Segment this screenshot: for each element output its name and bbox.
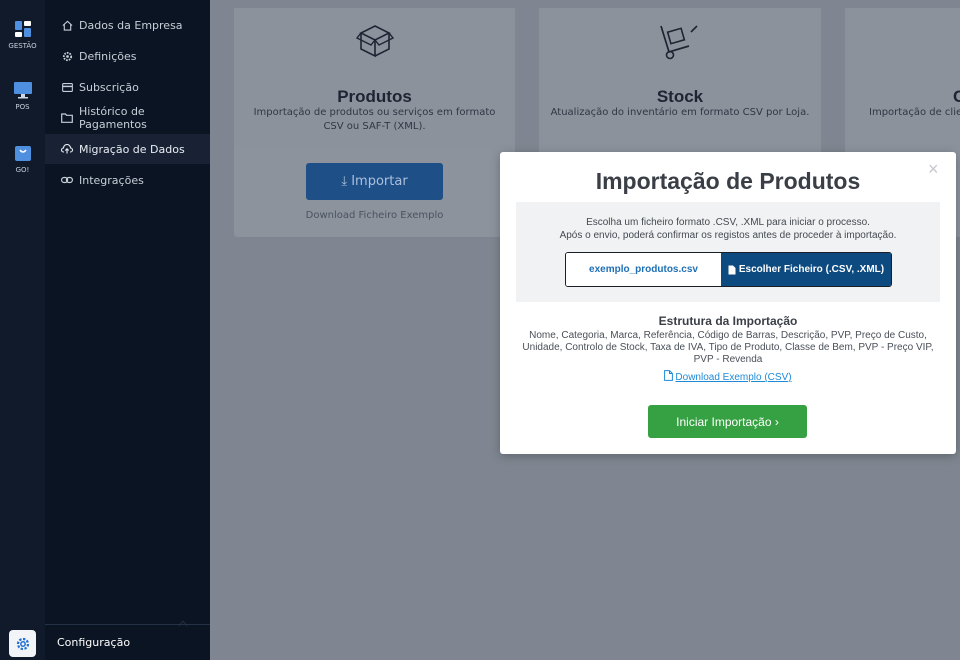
- menu-item-subscricao[interactable]: Subscrição: [45, 72, 210, 102]
- download-example-label: Download Exemplo (CSV): [675, 372, 792, 383]
- gear-icon: [16, 637, 29, 650]
- import-modal: × Importação de Produtos Escolha um fich…: [500, 152, 956, 454]
- card-description: Importação de clier: [869, 107, 960, 118]
- menu-label: Integrações: [79, 173, 144, 187]
- rail-label-go: GO!: [15, 166, 30, 174]
- card-description: Importação de produtos ou serviços em fo…: [253, 107, 496, 132]
- start-import-button[interactable]: Iniciar Importação ›: [648, 405, 807, 438]
- selected-file-name: exemplo_produtos.csv: [566, 253, 721, 286]
- upload-box: Escolha um ficheiro formato .CSV, .XML p…: [516, 202, 940, 302]
- link-icon: [61, 174, 73, 186]
- box-icon: [355, 25, 395, 58]
- menu-item-definicoes[interactable]: Definições: [45, 41, 210, 71]
- menu-label: Dados da Empresa: [79, 18, 183, 32]
- rail-item-gestao[interactable]: GESTÃO: [0, 20, 45, 50]
- choose-file-label: Escolher Ficheiro (.CSV, .XML): [738, 264, 885, 275]
- card-produtos: Produtos Importação de produtos ou servi…: [234, 8, 515, 237]
- file-icon: [728, 265, 736, 275]
- rail-item-go[interactable]: GO!: [0, 142, 45, 174]
- menu-item-migracao-dados[interactable]: Migração de Dados: [45, 134, 210, 164]
- download-example-link[interactable]: Download Ficheiro Exemplo: [234, 210, 515, 221]
- menu-footer-label: Configuração: [57, 636, 131, 649]
- cog-icon: [61, 50, 73, 62]
- instructions-line-2: Após o envio, poderá confirmar os regist…: [559, 230, 897, 241]
- menu-item-integracoes[interactable]: Integrações: [45, 165, 210, 195]
- import-button[interactable]: ⤓ Importar: [306, 163, 443, 200]
- menu-label: Migração de Dados: [79, 142, 185, 156]
- rail-item-pos[interactable]: POS: [0, 81, 45, 111]
- settings-button[interactable]: [9, 630, 36, 657]
- menu-footer-configuracao[interactable]: Configuração: [45, 624, 210, 660]
- instructions-line-1: Escolha um ficheiro formato .CSV, .XML p…: [586, 217, 870, 228]
- rail-label-pos: POS: [15, 103, 30, 111]
- card-header: [845, 8, 960, 148]
- card-title: Produtos: [337, 87, 412, 106]
- home-icon: [61, 19, 73, 31]
- choose-file-button[interactable]: Escolher Ficheiro (.CSV, .XML): [721, 253, 891, 286]
- card-title: Stock: [656, 87, 704, 106]
- card-icon: [61, 81, 73, 93]
- file-picker[interactable]: exemplo_produtos.csv Escolher Ficheiro (…: [565, 252, 892, 287]
- menu-label: Subscrição: [79, 80, 139, 94]
- cloud-upload-icon: [61, 143, 73, 155]
- card-title: C: [953, 87, 960, 106]
- download-example-csv-link[interactable]: Download Exemplo (CSV): [500, 370, 956, 384]
- folder-icon: [61, 112, 73, 124]
- upload-instructions: Escolha um ficheiro formato .CSV, .XML p…: [516, 216, 940, 242]
- modal-title: Importação de Produtos: [595, 168, 861, 194]
- icon-rail: GESTÃO POS GO!: [0, 0, 45, 660]
- structure-fields: Nome, Categoria, Marca, Referência, Códi…: [522, 330, 934, 365]
- hand-truck-icon: [660, 25, 698, 60]
- rail-label-gestao: GESTÃO: [8, 42, 37, 50]
- menu-label: Histórico de Pagamentos: [79, 105, 147, 131]
- structure-title: Estrutura da Importação: [658, 314, 798, 328]
- card-description: Atualização do inventário em formato CSV…: [550, 107, 810, 118]
- menu-item-historico-pagamentos[interactable]: Histórico de Pagamentos: [45, 103, 210, 133]
- side-menu: Dados da Empresa Definições Subscrição H…: [45, 0, 210, 660]
- file-outline-icon: [664, 370, 674, 384]
- menu-item-dados-empresa[interactable]: Dados da Empresa: [45, 10, 210, 40]
- dashboard-icon: [14, 21, 31, 37]
- monitor-icon: [13, 82, 32, 99]
- menu-label: Definições: [79, 49, 137, 63]
- shopping-bag-icon: [14, 146, 31, 161]
